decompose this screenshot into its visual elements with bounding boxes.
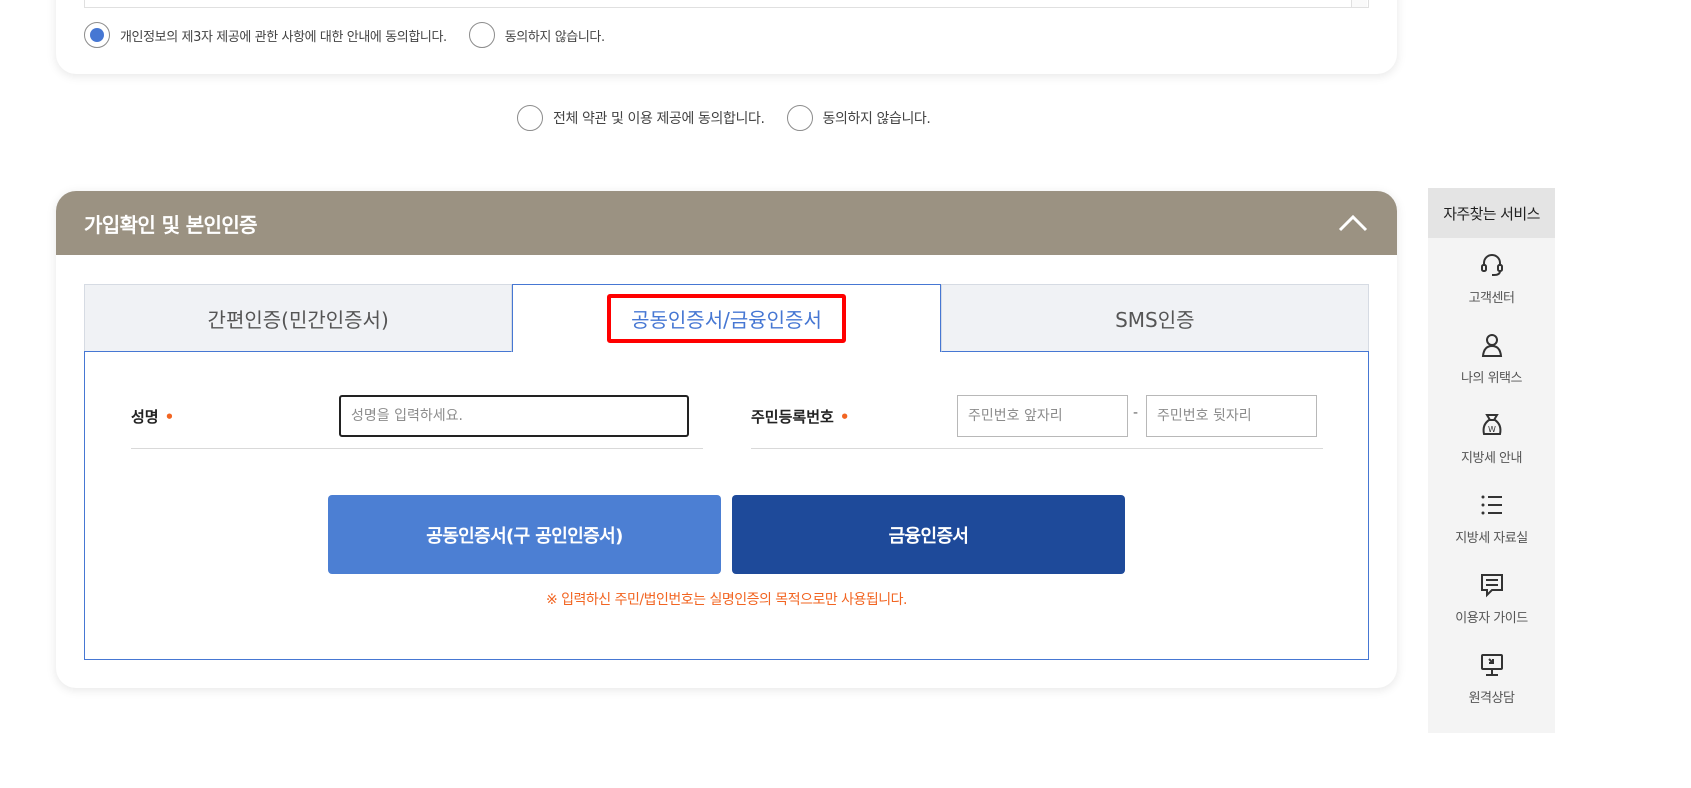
all-terms-agree-label: 전체 약관 및 이용 제공에 동의합니다. <box>553 111 765 127</box>
quick-item-remote-consult[interactable]: 원격상담 <box>1428 638 1555 718</box>
tab-simple-auth-label: 간편인증(민간인증서) <box>207 307 389 332</box>
terms-scrollbar[interactable] <box>1351 0 1367 7</box>
all-terms-agree-option[interactable]: 전체 약관 및 이용 제공에 동의합니다. <box>517 105 765 131</box>
user-icon <box>1478 331 1506 359</box>
joint-cert-button[interactable]: 공동인증서(구 공인인증서) <box>328 495 721 574</box>
all-terms-disagree-label: 동의하지 않습니다. <box>822 111 931 127</box>
tab-simple-auth[interactable]: 간편인증(민간인증서) <box>84 284 513 352</box>
quick-item-label: 지방세 자료실 <box>1455 530 1528 546</box>
remote-monitor-icon <box>1478 651 1506 679</box>
quick-item-label: 나의 위택스 <box>1461 370 1522 386</box>
name-label: 성명 • <box>131 406 174 427</box>
quick-item-label: 고객센터 <box>1468 290 1515 306</box>
all-terms-consent-radios: 전체 약관 및 이용 제공에 동의합니다. 동의하지 않습니다. <box>517 105 952 131</box>
cert-tab-panel: 성명 • 주민등록번호 • - 공동인증서(구 공인인증서) 금융인증서 ※ 입력하… <box>84 351 1369 660</box>
rrn-separator: - <box>1133 405 1139 421</box>
name-input[interactable] <box>339 395 689 437</box>
chevron-up-icon <box>1338 214 1368 232</box>
list-icon <box>1478 491 1506 519</box>
chat-icon <box>1478 571 1506 599</box>
third-party-agree-radio[interactable] <box>84 22 110 48</box>
third-party-consent-radios: 개인정보의 제3자 제공에 관한 사항에 대한 안내에 동의합니다. 동의하지 … <box>84 22 627 48</box>
rrn-front-input[interactable] <box>957 395 1128 437</box>
svg-text:W: W <box>1488 425 1496 434</box>
rrn-label-text: 주민등록번호 <box>751 408 834 426</box>
quick-item-local-tax-guide[interactable]: W 지방세 안내 <box>1428 398 1555 478</box>
name-label-text: 성명 <box>131 408 159 426</box>
terms-textbox[interactable] <box>84 0 1369 8</box>
third-party-disagree-radio[interactable] <box>468 22 495 48</box>
quick-item-label: 이용자 가이드 <box>1455 610 1528 626</box>
required-mark: • <box>164 408 175 426</box>
third-party-agree-label: 개인정보의 제3자 제공에 관한 사항에 대한 안내에 동의합니다. <box>120 29 447 45</box>
tab-sms-auth-label: SMS인증 <box>1115 307 1195 332</box>
third-party-disagree-label: 동의하지 않습니다. <box>504 29 605 45</box>
third-party-disagree-option[interactable]: 동의하지 않습니다. <box>468 22 605 48</box>
quick-item-user-guide[interactable]: 이용자 가이드 <box>1428 558 1555 638</box>
tab-sms-auth[interactable]: SMS인증 <box>940 284 1369 352</box>
headset-icon <box>1478 251 1506 279</box>
quick-services-sidebar: 자주찾는 서비스 고객센터 나의 위택스 W 지방세 안내 지방세 자료실 이용… <box>1428 188 1555 733</box>
all-terms-agree-radio[interactable] <box>517 105 543 131</box>
quick-item-my-wetax[interactable]: 나의 위택스 <box>1428 318 1555 398</box>
all-terms-disagree-radio[interactable] <box>786 105 813 131</box>
rrn-field-group: 주민등록번호 • - <box>751 395 1323 449</box>
tab-joint-finance-cert-label: 공동인증서/금융인증서 <box>607 294 846 343</box>
all-terms-disagree-option[interactable]: 동의하지 않습니다. <box>786 105 931 131</box>
auth-tabs: 간편인증(민간인증서) 공동인증서/금융인증서 SMS인증 <box>84 284 1369 352</box>
quick-item-local-tax-library[interactable]: 지방세 자료실 <box>1428 478 1555 558</box>
rrn-label: 주민등록번호 • <box>751 406 849 427</box>
quick-item-label: 원격상담 <box>1468 690 1515 706</box>
quick-services-title: 자주찾는 서비스 <box>1428 188 1555 238</box>
collapse-button[interactable] <box>1337 207 1369 239</box>
section-header: 가입확인 및 본인인증 <box>56 191 1397 255</box>
third-party-agree-option[interactable]: 개인정보의 제3자 제공에 관한 사항에 대한 안내에 동의합니다. <box>84 22 447 48</box>
name-field-group: 성명 • <box>131 395 703 449</box>
section-title: 가입확인 및 본인인증 <box>84 212 258 237</box>
tab-joint-finance-cert[interactable]: 공동인증서/금융인증서 <box>512 284 941 352</box>
rrn-back-input[interactable] <box>1146 395 1317 437</box>
quick-item-label: 지방세 안내 <box>1461 450 1522 466</box>
money-bag-icon: W <box>1478 411 1506 439</box>
privacy-notice: ※ 입력하신 주민/법인번호는 실명인증의 목적으로만 사용됩니다. <box>545 592 908 608</box>
required-mark: • <box>839 408 850 426</box>
finance-cert-button[interactable]: 금융인증서 <box>732 495 1125 574</box>
quick-item-customer-center[interactable]: 고객센터 <box>1428 238 1555 318</box>
identity-verification-card: 가입확인 및 본인인증 간편인증(민간인증서) 공동인증서/금융인증서 SMS인… <box>56 191 1397 688</box>
